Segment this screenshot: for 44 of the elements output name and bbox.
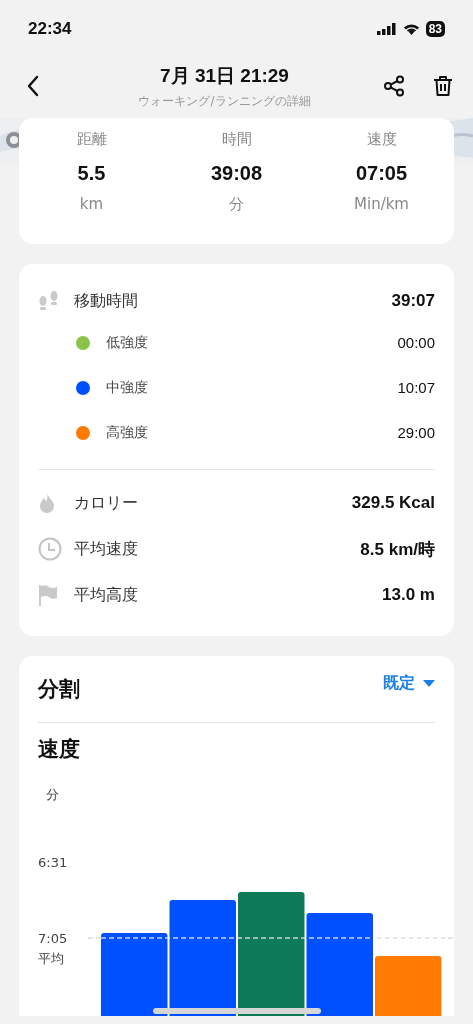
- average-label: 平均: [38, 951, 64, 966]
- metric-value: 329.5 Kcal: [351, 493, 435, 513]
- metric-label: 平均高度: [74, 584, 139, 606]
- stat-value: 5.5: [76, 161, 107, 186]
- stat-label: 速度: [365, 130, 398, 150]
- metric-label: カロリー: [74, 492, 139, 514]
- metric-value: 8.5 km/時: [360, 538, 435, 561]
- axis-unit-label: 分: [46, 787, 59, 802]
- clock-time: 22:34: [28, 19, 72, 39]
- stat-label: 時間: [220, 130, 253, 150]
- stat-unit: km: [78, 194, 105, 215]
- axis-tick-label: 6:31: [38, 855, 68, 870]
- zone-label: 高強度: [106, 423, 149, 442]
- battery-level: 83: [425, 21, 445, 37]
- trash-icon[interactable]: [433, 75, 453, 97]
- zone-value: 10:07: [397, 379, 435, 396]
- wifi-icon: [402, 23, 420, 35]
- stat-unit: 分: [228, 194, 245, 215]
- stat-unit: Min/km: [353, 194, 410, 215]
- metric-label: 移動時間: [74, 290, 139, 312]
- flame-icon: [38, 493, 56, 513]
- section-title: 分割: [38, 676, 80, 703]
- page-subtitle: ウォーキング/ランニングの詳細: [137, 92, 312, 110]
- zone-label: 低強度: [106, 333, 149, 352]
- chart-title: 速度: [37, 736, 81, 763]
- stat-value: 39:08: [209, 161, 264, 186]
- signal-icon: [376, 23, 397, 35]
- metric-label: 平均速度: [74, 538, 139, 560]
- back-button[interactable]: [26, 75, 40, 97]
- page-title: 7月 31日 21:29: [159, 63, 290, 88]
- zone-value: 29:00: [397, 424, 435, 441]
- footprints-icon: [38, 290, 60, 312]
- stat-label: 距離: [75, 130, 108, 150]
- mode-dropdown[interactable]: 既定: [383, 672, 435, 694]
- stat-value: 07:05: [354, 161, 409, 186]
- metric-value: 13.0 m: [382, 585, 435, 605]
- axis-tick-label: 7:05: [38, 931, 68, 946]
- metric-value: 39:07: [391, 291, 435, 311]
- share-icon[interactable]: [383, 75, 405, 97]
- zone-value: 00:00: [397, 334, 435, 351]
- flag-icon: [38, 584, 58, 606]
- clock-icon: [38, 537, 62, 561]
- caret-icon: [423, 679, 435, 687]
- zone-label: 中強度: [106, 378, 149, 397]
